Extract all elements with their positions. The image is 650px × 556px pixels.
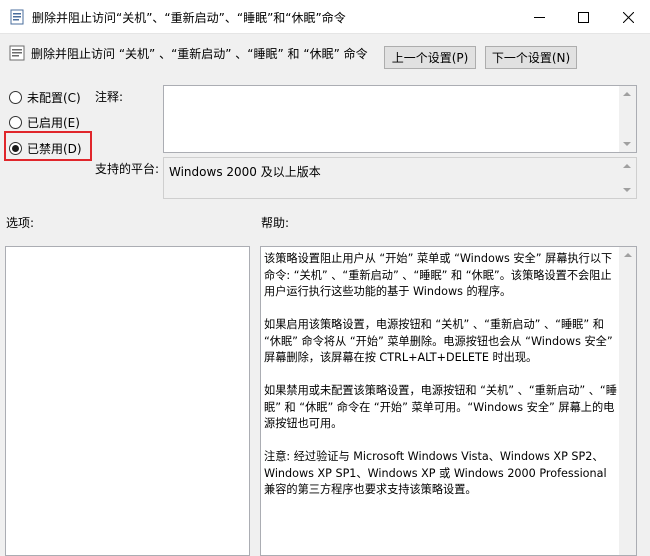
platform-label: 支持的平台: bbox=[95, 162, 160, 176]
setting-icon bbox=[9, 45, 25, 61]
comment-label: 注释: bbox=[95, 90, 124, 104]
radio-button-checked[interactable] bbox=[9, 142, 22, 155]
options-pane bbox=[5, 246, 250, 556]
title-bar: 删除并阻止访问“关机”、“重新启动”、“睡眠”和“休眠”命令 bbox=[0, 0, 650, 34]
previous-setting-button[interactable]: 上一个设置(P) bbox=[384, 46, 476, 69]
radio-label: 已启用(E) bbox=[27, 116, 80, 130]
maximize-icon bbox=[577, 11, 589, 23]
platform-value: Windows 2000 及以上版本 bbox=[169, 165, 321, 179]
maximize-button[interactable] bbox=[561, 0, 605, 34]
radio-disabled[interactable]: 已禁用(D) bbox=[9, 140, 82, 157]
help-pane[interactable]: 该策略设置阻止用户从 “开始” 菜单或 “Windows 安全” 屏幕执行以下命… bbox=[260, 246, 637, 556]
scroll-up-icon[interactable] bbox=[623, 92, 631, 96]
radio-button[interactable] bbox=[9, 91, 22, 104]
options-label: 选项: bbox=[6, 216, 35, 230]
help-scrollbar[interactable] bbox=[619, 247, 636, 555]
platform-field: Windows 2000 及以上版本 bbox=[163, 157, 637, 199]
comment-textarea[interactable] bbox=[163, 85, 637, 153]
policy-app-icon bbox=[9, 9, 25, 25]
radio-label: 已禁用(D) bbox=[27, 142, 82, 156]
close-button[interactable] bbox=[606, 0, 650, 34]
close-icon bbox=[622, 11, 634, 23]
help-label: 帮助: bbox=[261, 216, 290, 230]
help-paragraph: 注意: 经过验证与 Microsoft Windows Vista、Window… bbox=[264, 450, 607, 496]
scroll-up-icon[interactable] bbox=[623, 164, 631, 168]
scroll-up-icon[interactable] bbox=[624, 253, 632, 257]
scroll-down-icon[interactable] bbox=[623, 142, 631, 146]
help-text: 该策略设置阻止用户从 “开始” 菜单或 “Windows 安全” 屏幕执行以下命… bbox=[264, 251, 620, 515]
minimize-button[interactable] bbox=[517, 0, 561, 34]
platform-scrollbar[interactable] bbox=[619, 158, 636, 198]
radio-not-configured[interactable]: 未配置(C) bbox=[9, 89, 81, 106]
setting-title: 删除并阻止访问 “关机” 、“重新启动” 、“睡眠” 和 “休眠” 命令 bbox=[31, 47, 368, 61]
minimize-icon bbox=[533, 12, 545, 23]
help-paragraph: 该策略设置阻止用户从 “开始” 菜单或 “Windows 安全” 屏幕执行以下命… bbox=[264, 252, 613, 298]
help-paragraph: 如果启用该策略设置，电源按钮和 “关机” 、“重新启动” 、“睡眠” 和 “休眠… bbox=[264, 318, 613, 364]
comment-scrollbar[interactable] bbox=[619, 86, 636, 152]
radio-label: 未配置(C) bbox=[27, 91, 81, 105]
scroll-down-icon[interactable] bbox=[623, 188, 631, 192]
radio-button[interactable] bbox=[9, 116, 22, 129]
radio-enabled[interactable]: 已启用(E) bbox=[9, 114, 80, 131]
help-paragraph: 如果禁用或未配置该策略设置，电源按钮和 “关机” 、“重新启动” 、“睡眠” 和… bbox=[264, 384, 617, 430]
next-setting-button[interactable]: 下一个设置(N) bbox=[485, 46, 577, 69]
window-title: 删除并阻止访问“关机”、“重新启动”、“睡眠”和“休眠”命令 bbox=[32, 11, 346, 25]
